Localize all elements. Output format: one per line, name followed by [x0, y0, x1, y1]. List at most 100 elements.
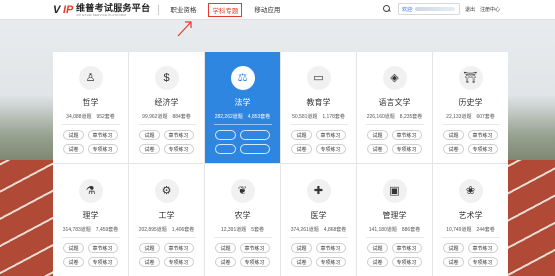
- exam-button[interactable]: 试题: [367, 243, 388, 253]
- subject-grid: ♙ 哲学 34,088道题 952套卷 试题 章节练习 试卷 专项练习 $ 经济…: [53, 52, 508, 276]
- question-count: 50,581道题: [292, 114, 318, 120]
- special-practice-button[interactable]: 专项练习: [391, 257, 422, 267]
- person-icon: ♙: [78, 66, 103, 90]
- nav-item-subjects[interactable]: 学科专题: [208, 2, 243, 17]
- blackboard-icon: ▭: [306, 66, 331, 90]
- paper-button[interactable]: 试卷: [139, 144, 160, 154]
- subject-card[interactable]: ❀ 艺术学 10,749道题 244套卷 试题 章节练习 试卷 专项练习: [433, 164, 508, 276]
- question-count: 202,895道题: [138, 227, 167, 233]
- card-buttons: 试题 章节练习 试卷 专项练习: [443, 130, 498, 154]
- special-practice-button[interactable]: 专项练习: [467, 257, 498, 267]
- exam-button[interactable]: 试题: [291, 243, 312, 253]
- subject-stats: 50,581道题 1,178套卷: [292, 113, 345, 120]
- question-count: 22,133道题: [446, 114, 472, 120]
- paper-button[interactable]: 试卷: [443, 144, 464, 154]
- logo-title: 维普考试服务平台: [76, 2, 151, 13]
- chapter-practice-button[interactable]: 章节练习: [163, 130, 194, 140]
- special-practice-button[interactable]: 专项练习: [467, 144, 498, 154]
- subject-card[interactable]: ✚ 医学 374,261道题 4,868套卷 试题 章节练习 试卷 专项练习: [281, 164, 356, 276]
- paper-button[interactable]: 试卷: [443, 257, 464, 267]
- chapter-practice-button[interactable]: 章节练习: [315, 130, 346, 140]
- card-divider: [213, 237, 272, 238]
- chapter-practice-button[interactable]: 章节练习: [391, 243, 422, 253]
- paper-count: 244套卷: [476, 227, 495, 233]
- paper-button[interactable]: 试卷: [367, 257, 388, 267]
- subject-stats: 314,783道题 7,459套卷: [63, 226, 119, 233]
- chapter-practice-button[interactable]: 章节练习: [87, 130, 118, 140]
- site-logo[interactable]: V IP 维普考试服务平台 VIP EXAM SERVICE PLATFORM: [53, 3, 150, 17]
- paper-button[interactable]: 试卷: [215, 144, 236, 154]
- paper-button[interactable]: 试卷: [215, 257, 236, 267]
- exam-button[interactable]: 试题: [215, 130, 236, 140]
- exam-button[interactable]: 试题: [139, 130, 160, 140]
- search-icon[interactable]: [382, 4, 392, 14]
- header-divider: [158, 4, 160, 15]
- chapter-practice-button[interactable]: 章节练习: [239, 130, 270, 140]
- chapter-practice-button[interactable]: 章节练习: [467, 243, 498, 253]
- nav-item-professional[interactable]: 职业资格: [167, 3, 199, 17]
- logout-link[interactable]: 退出: [465, 6, 475, 13]
- special-practice-button[interactable]: 专项练习: [163, 144, 194, 154]
- card-buttons: 试题 章节练习 试卷 专项练习: [63, 243, 118, 267]
- special-practice-button[interactable]: 专项练习: [315, 257, 346, 267]
- special-practice-button[interactable]: 专项练习: [239, 257, 270, 267]
- nav-item-mobile[interactable]: 移动应用: [251, 3, 283, 17]
- subject-card[interactable]: ⚖ 法学 282,262道题 4,853套卷 试题 章节练习 试卷 专项练习: [205, 52, 280, 163]
- card-divider: [365, 124, 424, 125]
- subject-card[interactable]: ◈ 语言文学 226,160道题 8,235套卷 试题 章节练习 试卷 专项练习: [357, 52, 432, 163]
- logo-mark-icon: V IP: [53, 4, 73, 16]
- subject-card[interactable]: ❦ 农学 12,391道题 5套卷 试题 章节练习 试卷 专项练习: [205, 164, 280, 276]
- leaf-icon: ❦: [230, 179, 255, 203]
- paper-button[interactable]: 试卷: [367, 144, 388, 154]
- subject-card[interactable]: ⚙ 工学 202,895道题 1,406套卷 试题 章节练习 试卷 专项练习: [129, 164, 204, 276]
- subject-stats: 374,261道题 4,868套卷: [291, 226, 347, 233]
- paper-count: 1,178套卷: [322, 114, 345, 120]
- temple-icon: ⛩: [458, 66, 483, 90]
- card-divider: [441, 124, 500, 125]
- special-practice-button[interactable]: 专项练习: [391, 144, 422, 154]
- exam-button[interactable]: 试题: [215, 243, 236, 253]
- exam-button[interactable]: 试题: [443, 243, 464, 253]
- chapter-practice-button[interactable]: 章节练习: [315, 243, 346, 253]
- paper-button[interactable]: 试卷: [139, 257, 160, 267]
- subject-stats: 202,895道题 1,406套卷: [139, 226, 195, 233]
- paper-count: 4,853套卷: [247, 114, 271, 120]
- judge-icon: ⚖: [230, 66, 255, 90]
- subject-title: 管理学: [382, 211, 407, 220]
- subject-card[interactable]: ♙ 哲学 34,088道题 952套卷 试题 章节练习 试卷 专项练习: [53, 52, 128, 163]
- special-practice-button[interactable]: 专项练习: [239, 144, 270, 154]
- paper-button[interactable]: 试卷: [291, 257, 312, 267]
- chapter-practice-button[interactable]: 章节练习: [239, 243, 270, 253]
- exam-button[interactable]: 试题: [63, 243, 84, 253]
- exam-button[interactable]: 试题: [139, 243, 160, 253]
- subject-card[interactable]: ⚗ 理学 314,783道题 7,459套卷 试题 章节练习 试卷 专项练习: [53, 164, 128, 276]
- paper-button[interactable]: 试卷: [63, 257, 84, 267]
- exam-button[interactable]: 试题: [291, 130, 312, 140]
- exam-button[interactable]: 试题: [443, 130, 464, 140]
- question-count: 141,180道题: [368, 227, 397, 233]
- subject-card[interactable]: $ 经济学 99,962道题 884套卷 试题 章节练习 试卷 专项练习: [129, 52, 204, 163]
- special-practice-button[interactable]: 专项练习: [163, 257, 194, 267]
- special-practice-button[interactable]: 专项练习: [87, 144, 118, 154]
- subject-card[interactable]: ▣ 管理学 141,180道题 886套卷 试题 章节练习 试卷 专项练习: [357, 164, 432, 276]
- exam-button[interactable]: 试题: [367, 130, 388, 140]
- special-practice-button[interactable]: 专项练习: [315, 144, 346, 154]
- paper-count: 1,406套卷: [171, 227, 195, 233]
- chapter-practice-button[interactable]: 章节练习: [87, 243, 118, 253]
- exam-button[interactable]: 试题: [63, 130, 84, 140]
- user-account-box[interactable]: 欢迎:: [397, 3, 460, 15]
- register-center-link[interactable]: 注册中心: [480, 6, 500, 13]
- subject-card[interactable]: ▭ 教育学 50,581道题 1,178套卷 试题 章节练习 试卷 专项练习: [281, 52, 356, 163]
- subject-card[interactable]: ⛩ 历史学 22,133道题 607套卷 试题 章节练习 试卷 专项练习: [433, 52, 508, 163]
- question-count: 34,088道题: [66, 114, 92, 120]
- chapter-practice-button[interactable]: 章节练习: [467, 130, 498, 140]
- card-divider: [441, 237, 500, 238]
- paper-button[interactable]: 试卷: [291, 144, 312, 154]
- question-count: 10,749道题: [446, 227, 472, 233]
- chapter-practice-button[interactable]: 章节练习: [163, 243, 194, 253]
- subject-title: 医学: [310, 211, 327, 220]
- chapter-practice-button[interactable]: 章节练习: [391, 130, 422, 140]
- special-practice-button[interactable]: 专项练习: [87, 257, 118, 267]
- paper-button[interactable]: 试卷: [63, 144, 84, 154]
- card-buttons: 试题 章节练习 试卷 专项练习: [139, 243, 194, 267]
